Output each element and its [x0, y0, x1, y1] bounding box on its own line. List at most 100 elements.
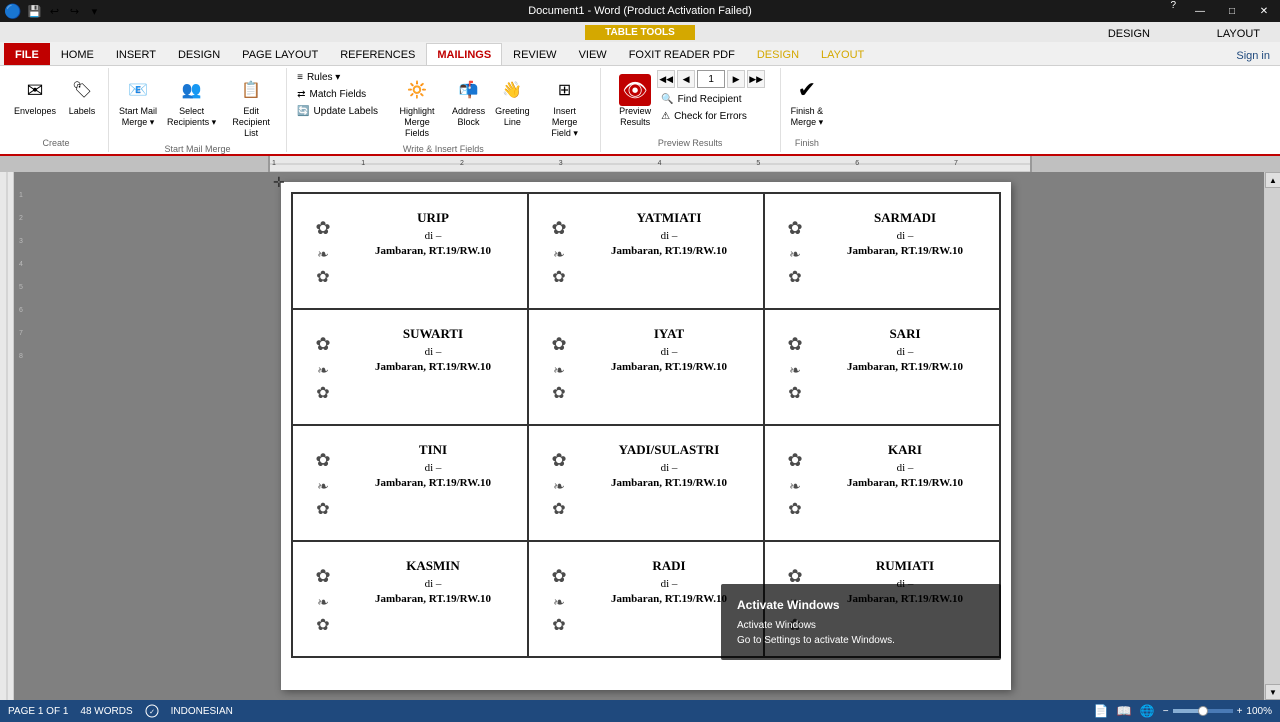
zoom-control: − + 100% [1163, 706, 1272, 717]
rules-icon: ≡ [297, 72, 303, 83]
page-handle[interactable]: ✛ [273, 174, 285, 191]
document-page: ✛ ✿ ❧ ✿ URIP di – Jambaran, RT.19/RW. [281, 182, 1011, 690]
tab-page-layout[interactable]: PAGE LAYOUT [231, 43, 329, 65]
create-group-label: Create [43, 136, 70, 150]
undo-btn[interactable]: ↩ [45, 2, 63, 20]
record-navigation: ◀◀ ◀ ▶ ▶▶ [657, 70, 765, 88]
sign-in-link[interactable]: Sign in [1226, 47, 1280, 65]
language-indicator[interactable]: ✓ [145, 704, 159, 718]
update-labels-button[interactable]: 🔄 Update Labels [293, 104, 382, 119]
rules-button[interactable]: ≡ Rules ▾ [293, 70, 382, 85]
next-record-button[interactable]: ▶ [727, 70, 745, 88]
decoration-3: ✿ ❧ ✿ [303, 320, 343, 416]
edit-recipient-list-button[interactable]: 📋 EditRecipient List [222, 70, 280, 142]
left-margin: 12345678 [14, 172, 28, 700]
insert-merge-field-label: Insert MergeField ▾ [540, 106, 590, 138]
match-fields-button[interactable]: ⇄ Match Fields [293, 87, 382, 102]
label-address-8: Jambaran, RT.19/RW.10 [847, 477, 963, 489]
match-fields-icon: ⇄ [297, 89, 305, 100]
svg-text:❧: ❧ [317, 596, 329, 611]
highlight-merge-fields-button[interactable]: 🔆 HighlightMerge Fields [388, 70, 446, 142]
view-print-btn[interactable]: 📄 [1094, 704, 1109, 718]
tab-home[interactable]: HOME [50, 43, 105, 65]
preview-results-label: PreviewResults [619, 106, 651, 128]
view-web-btn[interactable]: 🌐 [1140, 704, 1155, 718]
save-btn[interactable]: 💾 [25, 2, 43, 20]
check-for-errors-label: Check for Errors [674, 111, 747, 122]
label-di-1: di – [661, 230, 678, 242]
zoom-in-btn[interactable]: + [1237, 706, 1243, 717]
table-layout-tab[interactable]: LAYOUT [1207, 22, 1270, 42]
svg-text:❧: ❧ [317, 248, 329, 263]
scroll-track[interactable] [1265, 188, 1280, 684]
decoration-7: ✿ ❧ ✿ [539, 436, 579, 532]
view-reading-btn[interactable]: 📖 [1117, 704, 1132, 718]
label-name-11: RUMIATI [876, 558, 934, 574]
select-recipients-button[interactable]: 👥 SelectRecipients ▾ [163, 70, 220, 132]
label-text-3: SUWARTI di – Jambaran, RT.19/RW.10 [349, 318, 517, 373]
label-text-9: KASMIN di – Jambaran, RT.19/RW.10 [349, 550, 517, 605]
start-mail-merge-button[interactable]: 📧 Start MailMerge ▾ [115, 70, 161, 132]
label-di-4: di – [661, 346, 678, 358]
tab-layout[interactable]: LAYOUT [810, 43, 875, 65]
record-number-input[interactable] [697, 70, 725, 88]
find-recipient-button[interactable]: 🔍 Find Recipient [657, 92, 765, 107]
table-design-tab[interactable]: DESIGN [1098, 22, 1160, 42]
close-button[interactable]: ✕ [1248, 0, 1280, 22]
zoom-slider[interactable] [1173, 709, 1233, 713]
envelopes-button[interactable]: ✉ Envelopes [10, 70, 60, 121]
label-text-7: YADI/SULASTRI di – Jambaran, RT.19/RW.10 [585, 434, 753, 489]
address-block-button[interactable]: 📬 AddressBlock [448, 70, 489, 132]
labels-button[interactable]: 🏷 Labels [62, 70, 102, 121]
start-mail-merge-group: 📧 Start MailMerge ▾ 👥 SelectRecipients ▾… [109, 68, 287, 152]
svg-text:❧: ❧ [317, 480, 329, 495]
tab-mailings[interactable]: MAILINGS [426, 43, 502, 65]
activation-submessage: Go to Settings to activate Windows. [737, 633, 985, 648]
label-text-6: TINI di – Jambaran, RT.19/RW.10 [349, 434, 517, 489]
label-cell-2: ✿ ❧ ✿ SARMADI di – Jambaran, RT.19/RW.10 [764, 193, 1000, 309]
last-record-button[interactable]: ▶▶ [747, 70, 765, 88]
redo-btn[interactable]: ↪ [65, 2, 83, 20]
check-for-errors-button[interactable]: ⚠ Check for Errors [657, 109, 765, 124]
scroll-down-button[interactable]: ▼ [1265, 684, 1280, 700]
label-address-10: Jambaran, RT.19/RW.10 [611, 593, 727, 605]
label-name-7: YADI/SULASTRI [619, 442, 720, 458]
help-icon[interactable]: ? [1162, 0, 1184, 22]
create-group-content: ✉ Envelopes 🏷 Labels [10, 70, 102, 136]
finish-merge-button[interactable]: ✔ Finish &Merge ▾ [787, 70, 828, 132]
word-icon: 🔵 [4, 3, 21, 20]
label-di-6: di – [425, 462, 442, 474]
maximize-button[interactable]: □ [1216, 0, 1248, 22]
label-name-2: SARMADI [874, 210, 936, 226]
zoom-out-btn[interactable]: − [1163, 706, 1169, 717]
label-name-5: SARI [889, 326, 920, 342]
greeting-line-icon: 👋 [496, 74, 528, 106]
envelopes-label: Envelopes [14, 106, 56, 117]
vertical-ruler [0, 172, 14, 700]
tab-insert[interactable]: INSERT [105, 43, 167, 65]
customize-btn[interactable]: ▾ [85, 2, 103, 20]
vertical-scrollbar[interactable]: ▲ ▼ [1264, 172, 1280, 700]
label-name-9: KASMIN [406, 558, 459, 574]
first-record-button[interactable]: ◀◀ [657, 70, 675, 88]
tab-references[interactable]: REFERENCES [329, 43, 426, 65]
label-address-3: Jambaran, RT.19/RW.10 [375, 361, 491, 373]
tab-table-design[interactable]: DESIGN [746, 43, 810, 65]
tab-review[interactable]: REVIEW [502, 43, 567, 65]
tab-file[interactable]: FILE [4, 43, 50, 65]
insert-merge-field-button[interactable]: ⊞ Insert MergeField ▾ [536, 70, 594, 142]
minimize-button[interactable]: — [1184, 0, 1216, 22]
preview-results-button[interactable]: 👁 PreviewResults [615, 70, 655, 132]
tab-design[interactable]: DESIGN [167, 43, 231, 65]
update-labels-icon: 🔄 [297, 106, 309, 117]
find-recipient-icon: 🔍 [661, 94, 673, 105]
prev-record-button[interactable]: ◀ [677, 70, 695, 88]
finish-group-content: ✔ Finish &Merge ▾ [787, 70, 828, 136]
tab-foxit[interactable]: FOXIT READER PDF [618, 43, 746, 65]
labels-label: Labels [69, 106, 96, 117]
scroll-up-button[interactable]: ▲ [1265, 172, 1280, 188]
tab-view[interactable]: VIEW [568, 43, 618, 65]
svg-text:✿: ✿ [787, 450, 802, 470]
greeting-line-button[interactable]: 👋 GreetingLine [491, 70, 534, 132]
label-text-2: SARMADI di – Jambaran, RT.19/RW.10 [821, 202, 989, 257]
